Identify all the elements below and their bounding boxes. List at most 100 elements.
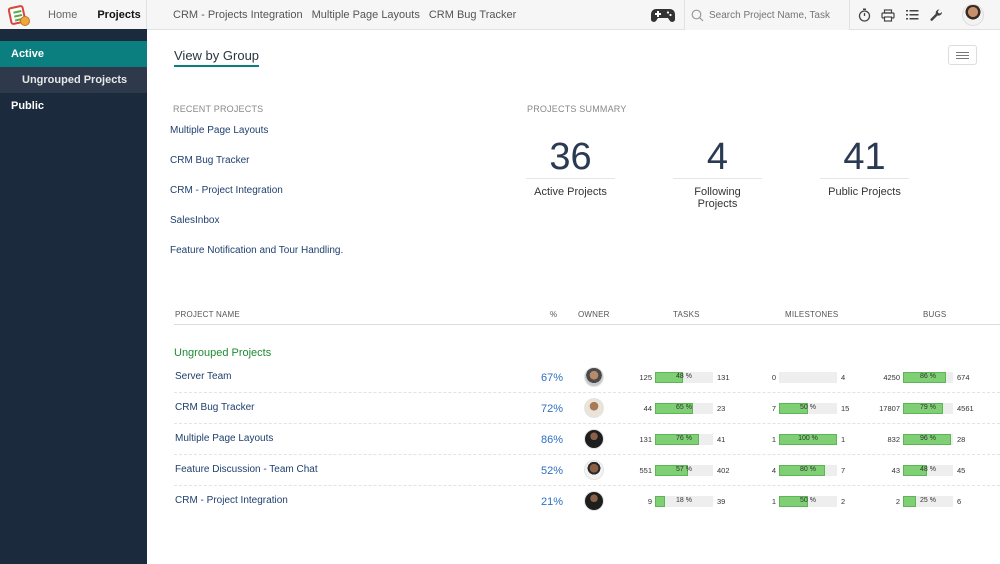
table-row[interactable]: Server Team 67% 125 48 % 131 0 4 4250 86 % 674 bbox=[174, 362, 1000, 393]
sidebar: Active Ungrouped Projects Public bbox=[0, 31, 147, 564]
milestones-open-count: 7 bbox=[771, 404, 776, 413]
stat-public-projects[interactable]: 41 Public Projects bbox=[820, 135, 909, 210]
sidebar-item-ungrouped-projects[interactable]: Ungrouped Projects bbox=[0, 67, 147, 93]
table-row[interactable]: CRM - Project Integration 21% 9 18 % 39 1 50 %… bbox=[174, 486, 1000, 517]
bugs-progress[interactable]: 2 25 % 6 bbox=[896, 496, 961, 507]
tasks-progress[interactable]: 9 18 % 39 bbox=[648, 496, 725, 507]
bugs-progress[interactable]: 43 48 % 45 bbox=[892, 465, 965, 476]
tasks-open-count: 125 bbox=[639, 373, 652, 382]
bugs-bar-label: 96 % bbox=[920, 435, 936, 442]
stat-value: 4 bbox=[673, 135, 762, 179]
owner-avatar[interactable] bbox=[584, 398, 604, 418]
search-input[interactable] bbox=[709, 9, 839, 21]
nav-home[interactable]: Home bbox=[48, 9, 77, 21]
table-row[interactable]: CRM Bug Tracker 72% 44 65 % 23 7 50 % 15 17807 79… bbox=[174, 393, 1000, 424]
header-tasks[interactable]: TASKS bbox=[673, 310, 700, 319]
project-percent: 67% bbox=[540, 372, 563, 384]
tasks-bar-label: 48 % bbox=[676, 373, 692, 380]
table-row[interactable]: Feature Discussion - Team Chat 52% 551 57 %… bbox=[174, 455, 1000, 486]
recent-tab[interactable]: Multiple Page Layouts bbox=[312, 9, 420, 21]
top-bar: Home Projects CRM - Projects Integration… bbox=[0, 0, 1000, 31]
milestones-closed-count: 2 bbox=[841, 497, 846, 506]
tasks-progress[interactable]: 551 57 % 402 bbox=[639, 465, 730, 476]
table-header: PROJECT NAME % OWNER TASKS MILESTONES BU… bbox=[174, 305, 1000, 325]
milestones-bar-label: 80 % bbox=[800, 466, 816, 473]
tasks-closed-count: 402 bbox=[717, 466, 730, 475]
header-bugs[interactable]: BUGS bbox=[923, 310, 946, 319]
hamburger-menu-button[interactable] bbox=[948, 45, 977, 65]
recent-project-link[interactable]: SalesInbox bbox=[170, 215, 343, 245]
bugs-progress[interactable]: 17807 79 % 4561 bbox=[879, 403, 974, 414]
bugs-open-count: 43 bbox=[891, 466, 900, 475]
timer-icon[interactable] bbox=[856, 7, 872, 23]
project-name-link[interactable]: CRM Bug Tracker bbox=[175, 402, 254, 413]
recent-projects-label: RECENT PROJECTS bbox=[173, 104, 264, 114]
nav-projects[interactable]: Projects bbox=[97, 9, 140, 21]
project-name-link[interactable]: CRM - Project Integration bbox=[175, 495, 288, 506]
header-project-name[interactable]: PROJECT NAME bbox=[175, 310, 240, 319]
header-milestones[interactable]: MILESTONES bbox=[785, 310, 838, 319]
recent-project-tabs: CRM - Projects Integration Multiple Page… bbox=[173, 9, 516, 21]
owner-avatar[interactable] bbox=[584, 367, 604, 387]
project-name-link[interactable]: Multiple Page Layouts bbox=[175, 433, 273, 444]
recent-project-link[interactable]: CRM - Project Integration bbox=[170, 185, 343, 215]
owner-avatar[interactable] bbox=[584, 460, 604, 480]
sidebar-item-active[interactable]: Active bbox=[0, 41, 147, 67]
bugs-open-count: 832 bbox=[887, 435, 900, 444]
bugs-progress[interactable]: 4250 86 % 674 bbox=[883, 372, 970, 383]
milestones-closed-count: 4 bbox=[841, 373, 846, 382]
milestones-progress[interactable]: 4 80 % 7 bbox=[772, 465, 845, 476]
project-name-link[interactable]: Server Team bbox=[175, 371, 232, 382]
view-by-group-title[interactable]: View by Group bbox=[174, 48, 260, 67]
milestones-bar-label: 50 % bbox=[800, 404, 816, 411]
bugs-open-count: 17807 bbox=[879, 404, 900, 413]
projects-summary-label: PROJECTS SUMMARY bbox=[527, 104, 627, 114]
table-row[interactable]: Multiple Page Layouts 86% 131 76 % 41 1 100 % 1… bbox=[174, 424, 1000, 455]
bugs-progress[interactable]: 832 96 % 28 bbox=[887, 434, 965, 445]
tasks-progress[interactable]: 44 65 % 23 bbox=[644, 403, 725, 414]
print-icon[interactable] bbox=[880, 7, 896, 23]
owner-avatar[interactable] bbox=[584, 491, 604, 511]
gamepad-icon[interactable] bbox=[650, 6, 676, 24]
list-icon[interactable] bbox=[904, 7, 920, 23]
milestones-progress[interactable]: 04 bbox=[772, 372, 845, 383]
bugs-bar-label: 25 % bbox=[920, 497, 936, 504]
project-percent: 52% bbox=[540, 465, 563, 477]
recent-project-link[interactable]: Multiple Page Layouts bbox=[170, 125, 343, 155]
milestones-progress[interactable]: 1 100 % 1 bbox=[772, 434, 845, 445]
wrench-icon[interactable] bbox=[928, 7, 944, 23]
sidebar-item-public[interactable]: Public bbox=[0, 93, 147, 119]
app-logo-icon[interactable] bbox=[7, 4, 30, 26]
tasks-progress[interactable]: 125 48 % 131 bbox=[639, 372, 730, 383]
owner-avatar[interactable] bbox=[584, 429, 604, 449]
bugs-bar-label: 86 % bbox=[920, 373, 936, 380]
search-icon bbox=[691, 9, 704, 21]
recent-project-link[interactable]: CRM Bug Tracker bbox=[170, 155, 343, 185]
stat-label: Active Projects bbox=[534, 186, 607, 198]
project-name-link[interactable]: Feature Discussion - Team Chat bbox=[175, 464, 318, 475]
milestones-progress[interactable]: 7 50 % 15 bbox=[772, 403, 849, 414]
recent-project-link[interactable]: Feature Notification and Tour Handling. bbox=[170, 245, 343, 275]
header-owner[interactable]: OWNER bbox=[578, 310, 610, 319]
stat-following-projects[interactable]: 4 Following Projects bbox=[673, 135, 762, 210]
milestones-bar-track bbox=[779, 372, 837, 383]
milestones-closed-count: 15 bbox=[841, 404, 850, 413]
project-percent: 86% bbox=[540, 434, 563, 446]
user-avatar[interactable] bbox=[962, 4, 984, 26]
hamburger-icon bbox=[956, 51, 969, 53]
recent-tab[interactable]: CRM - Projects Integration bbox=[173, 9, 303, 21]
tasks-progress[interactable]: 131 76 % 41 bbox=[639, 434, 725, 445]
main-content: View by Group RECENT PROJECTS Multiple P… bbox=[147, 31, 1000, 564]
stat-value: 36 bbox=[526, 135, 615, 179]
group-title[interactable]: Ungrouped Projects bbox=[174, 347, 271, 359]
bugs-closed-count: 45 bbox=[957, 466, 966, 475]
recent-tab[interactable]: CRM Bug Tracker bbox=[429, 9, 516, 21]
milestones-progress[interactable]: 1 50 % 2 bbox=[772, 496, 845, 507]
tasks-closed-count: 39 bbox=[717, 497, 726, 506]
bugs-open-count: 2 bbox=[895, 497, 900, 506]
search-box[interactable] bbox=[684, 0, 850, 30]
tasks-closed-count: 131 bbox=[717, 373, 730, 382]
stat-active-projects[interactable]: 36 Active Projects bbox=[526, 135, 615, 210]
milestones-closed-count: 1 bbox=[841, 435, 846, 444]
header-percent[interactable]: % bbox=[550, 310, 557, 319]
